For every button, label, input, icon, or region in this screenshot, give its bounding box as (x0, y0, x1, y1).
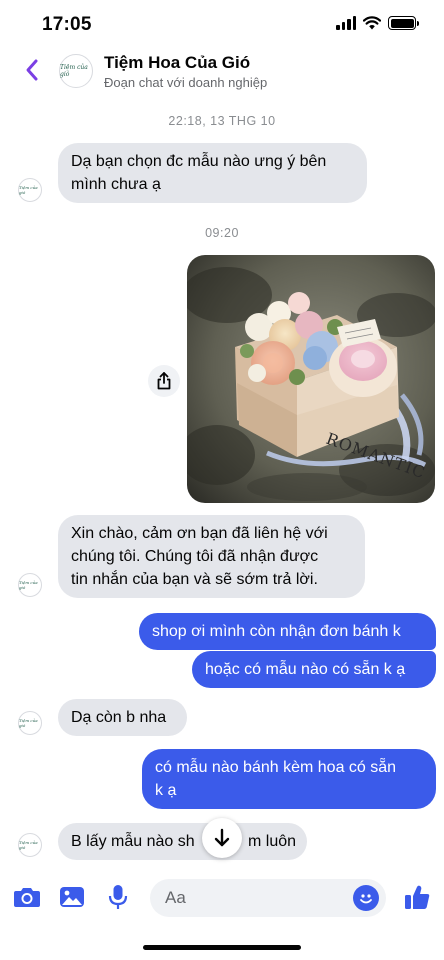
outgoing-message[interactable]: shop ơi mình còn nhận đơn bánh k (139, 613, 436, 650)
emoji-button[interactable] (353, 885, 379, 911)
microphone-icon (108, 885, 128, 909)
message-line: tin nhắn của bạn và sẽ sớm trả lời. (71, 571, 318, 588)
chevron-left-icon (26, 59, 38, 81)
message-line: shop ơi mình còn nhận đơn bánh k (152, 623, 401, 640)
shop-avatar-small[interactable]: Tiệm của gió (18, 711, 42, 735)
avatar-logo-text: Tiệm của gió (19, 580, 38, 590)
shop-avatar-small[interactable]: Tiệm của gió (18, 833, 42, 857)
auto-reply-message[interactable]: Xin chào, cảm ơn bạn đã liên hệ với chún… (58, 515, 365, 598)
home-indicator (143, 945, 301, 950)
emoji-icon (360, 894, 372, 904)
cellular-signal-icon (336, 16, 356, 30)
message-line: Dạ bạn chọn đc mẫu nào ưng ý bên (71, 153, 327, 170)
thumbs-up-icon (405, 885, 430, 909)
message-input-pill[interactable] (150, 879, 386, 917)
message-composer (0, 870, 444, 926)
avatar-logo-text: Tiệm của gió (60, 64, 88, 78)
battery-icon (388, 16, 419, 30)
status-time: 17:05 (42, 14, 92, 35)
message-line: có mẫu nào bánh kèm hoa có sẵn (155, 759, 397, 776)
share-button[interactable] (148, 365, 180, 397)
outgoing-message[interactable]: có mẫu nào bánh kèm hoa có sẵn k ạ (142, 749, 436, 809)
message-input[interactable] (165, 879, 345, 917)
message-line: chúng tôi. Chúng tôi đã nhận được (71, 548, 319, 565)
shared-photo[interactable]: ROMANTIC (187, 255, 435, 503)
avatar-logo-text: Tiệm của gió (19, 840, 38, 850)
message-line: hoặc có mẫu nào có sẵn k ạ (205, 661, 406, 678)
shop-avatar[interactable]: Tiệm của gió (59, 54, 93, 88)
outgoing-message[interactable]: hoặc có mẫu nào có sẵn k ạ (192, 651, 436, 688)
shop-avatar-small[interactable]: Tiệm của gió (18, 573, 42, 597)
incoming-message[interactable]: Dạ bạn chọn đc mẫu nào ưng ý bên mình ch… (58, 143, 367, 203)
scroll-to-bottom-button[interactable] (202, 818, 242, 858)
message-timestamp: 22:18, 13 THG 10 (168, 114, 276, 128)
like-button[interactable] (402, 882, 432, 912)
message-text-right: m luôn (248, 833, 297, 850)
chat-header: Tiệm của gió Tiệm Hoa Của Gió Đoạn chat … (0, 48, 444, 98)
message-line: mình chưa ạ (71, 176, 161, 193)
chat-subtitle: Đoạn chat với doanh nghiệp (104, 75, 268, 90)
avatar-logo-text: Tiệm của gió (19, 718, 38, 728)
incoming-message[interactable]: Dạ còn b nha (58, 699, 187, 736)
wifi-icon (363, 16, 381, 30)
back-button[interactable] (18, 56, 46, 84)
status-bar: 17:05 (0, 0, 444, 48)
gallery-button[interactable] (57, 882, 87, 912)
camera-icon (14, 888, 40, 907)
flower-cake-box-image: ROMANTIC (187, 255, 435, 503)
message-line: Dạ còn b nha (71, 709, 167, 726)
status-icons (336, 16, 419, 30)
message-text-left: B lấy mẫu nào sh (71, 833, 195, 850)
incoming-message[interactable]: B lấy mẫu nào sh m luôn (58, 823, 307, 860)
shop-avatar-small[interactable]: Tiệm của gió (18, 178, 42, 202)
voice-button[interactable] (103, 882, 133, 912)
image-icon (60, 887, 84, 907)
chat-title[interactable]: Tiệm Hoa Của Gió (104, 53, 250, 73)
message-line: k ạ (155, 782, 177, 799)
share-icon (157, 372, 171, 390)
arrow-down-icon (214, 828, 230, 847)
message-timestamp: 09:20 (205, 226, 239, 240)
camera-button[interactable] (12, 882, 42, 912)
message-line: Xin chào, cảm ơn bạn đã liên hệ với (71, 525, 328, 542)
avatar-logo-text: Tiệm của gió (19, 185, 38, 195)
